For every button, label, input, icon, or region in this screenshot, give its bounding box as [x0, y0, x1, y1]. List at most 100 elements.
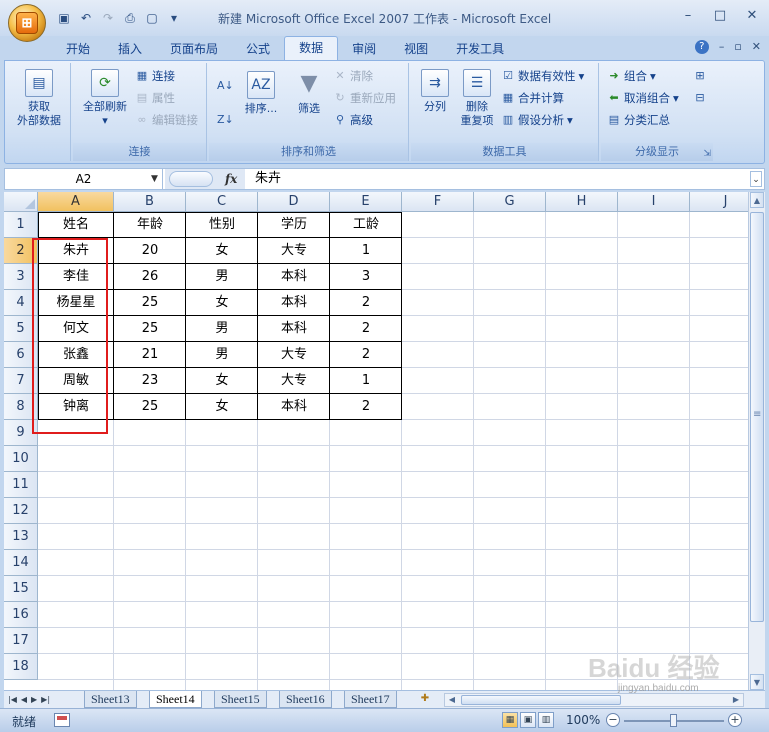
outline-dialog-launcher-icon[interactable]: ⇲ — [703, 149, 711, 159]
name-box-dropdown-icon[interactable]: ▼ — [151, 169, 158, 189]
undo-icon[interactable]: ↶ — [78, 10, 94, 26]
minimize-icon[interactable]: – — [679, 8, 697, 23]
header-cell[interactable]: 学历 — [258, 212, 330, 238]
help-icon[interactable]: ? — [694, 40, 709, 54]
table-cell[interactable]: 26 — [114, 264, 186, 290]
maximize-icon[interactable]: □ — [711, 8, 729, 23]
column-header-g[interactable]: G — [474, 192, 546, 212]
table-cell[interactable]: 本科 — [258, 264, 330, 290]
show-detail-button[interactable]: ⊞ — [693, 67, 707, 85]
select-all-button[interactable] — [4, 192, 38, 212]
consolidate-button[interactable]: ▦ 合并计算 — [501, 89, 564, 107]
tab-view[interactable]: 视图 — [390, 38, 442, 60]
refresh-all-button[interactable]: ⟳ 全部刷新 ▾ — [75, 69, 135, 128]
filter-button[interactable]: ▼ 筛选 — [289, 71, 329, 116]
data-validation-button[interactable]: ☑ 数据有效性 ▾ — [501, 67, 584, 85]
group-button[interactable]: ➜ 组合 ▾ — [607, 67, 655, 85]
column-header-h[interactable]: H — [546, 192, 618, 212]
table-cell[interactable]: 大专 — [258, 342, 330, 368]
header-cell[interactable]: 年龄 — [114, 212, 186, 238]
properties-button[interactable]: ▤ 属性 — [135, 89, 175, 107]
table-cell[interactable]: 21 — [114, 342, 186, 368]
table-cell[interactable]: 男 — [186, 316, 258, 342]
doc-close-icon[interactable]: ✕ — [752, 40, 761, 54]
row-header-17[interactable]: 17 — [4, 628, 38, 654]
doc-minimize-icon[interactable]: – — [719, 40, 725, 54]
close-icon[interactable]: ✕ — [743, 8, 761, 23]
table-cell[interactable]: 2 — [330, 394, 402, 420]
zoom-level[interactable]: 100% — [566, 713, 600, 727]
insert-function-icon[interactable]: fx — [225, 169, 237, 189]
row-header-12[interactable]: 12 — [4, 498, 38, 524]
header-cell[interactable]: 工龄 — [330, 212, 402, 238]
tab-data[interactable]: 数据 — [284, 36, 339, 60]
prev-sheet-icon[interactable]: ◀ — [21, 692, 27, 708]
row-header-16[interactable]: 16 — [4, 602, 38, 628]
normal-view-icon[interactable]: ▦ — [502, 712, 518, 728]
worksheet-grid[interactable]: ABCDEFGHIJ 1 2 3 4 5 6 7 8 9 10 11 12 13 14 15 16 17 18 姓… — [4, 192, 750, 690]
table-cell[interactable]: 2 — [330, 316, 402, 342]
table-cell[interactable]: 男 — [186, 342, 258, 368]
remove-duplicates-button[interactable]: ☰ 删除 重复项 — [457, 69, 497, 128]
column-header-a[interactable]: A — [38, 192, 114, 212]
column-header-c[interactable]: C — [186, 192, 258, 212]
sort-asc-button[interactable]: A↓ — [217, 77, 234, 95]
table-cell[interactable]: 女 — [186, 368, 258, 394]
new-document-icon[interactable]: ▢ — [144, 10, 160, 26]
what-if-button[interactable]: ▥ 假设分析 ▾ — [501, 111, 573, 129]
table-cell[interactable]: 2 — [330, 342, 402, 368]
last-sheet-icon[interactable]: ▶| — [41, 692, 50, 708]
vertical-scrollbar[interactable]: ▲ ▼ — [748, 192, 765, 690]
advanced-filter-button[interactable]: ⚲ 高级 — [333, 111, 373, 129]
column-header-f[interactable]: F — [402, 192, 474, 212]
zoom-in-icon[interactable]: + — [728, 713, 742, 727]
row-header-13[interactable]: 13 — [4, 524, 38, 550]
expand-formula-bar-icon[interactable]: ⌄ — [750, 171, 762, 187]
vertical-scroll-thumb[interactable] — [750, 212, 764, 622]
table-cell[interactable]: 1 — [330, 238, 402, 264]
horizontal-scroll-thumb[interactable] — [461, 695, 621, 705]
sheet-tab-sheet15[interactable]: Sheet15 — [214, 691, 267, 708]
column-header-d[interactable]: D — [258, 192, 330, 212]
scroll-left-icon[interactable]: ◀ — [445, 694, 459, 706]
table-cell[interactable]: 本科 — [258, 316, 330, 342]
formula-handle[interactable] — [169, 171, 213, 187]
horizontal-scrollbar[interactable]: ◀ ▶ — [444, 693, 744, 707]
sort-button[interactable]: AZ 排序... — [239, 71, 283, 116]
scroll-up-icon[interactable]: ▲ — [750, 192, 764, 208]
table-cell[interactable]: 23 — [114, 368, 186, 394]
column-header-j[interactable]: J — [690, 192, 750, 212]
page-layout-view-icon[interactable]: ▣ — [520, 712, 536, 728]
sheet-tab-sheet16[interactable]: Sheet16 — [279, 691, 332, 708]
table-cell[interactable]: 25 — [114, 316, 186, 342]
header-cell[interactable]: 性别 — [186, 212, 258, 238]
table-cell[interactable]: 2 — [330, 290, 402, 316]
tab-insert[interactable]: 插入 — [104, 38, 156, 60]
tab-home[interactable]: 开始 — [52, 38, 104, 60]
sheet-tab-sheet13[interactable]: Sheet13 — [84, 691, 137, 708]
office-button[interactable]: ⊞ — [8, 4, 46, 42]
scroll-right-icon[interactable]: ▶ — [729, 694, 743, 706]
row-header-14[interactable]: 14 — [4, 550, 38, 576]
redo-icon[interactable]: ↷ — [100, 10, 116, 26]
table-cell[interactable]: 1 — [330, 368, 402, 394]
row-header-1[interactable]: 1 — [4, 212, 38, 238]
connections-button[interactable]: ▦ 连接 — [135, 67, 175, 85]
edit-links-button[interactable]: ∞ 编辑链接 — [135, 111, 198, 129]
subtotal-button[interactable]: ▤ 分类汇总 — [607, 111, 670, 129]
save-icon[interactable]: ▣ — [56, 10, 72, 26]
tab-developer[interactable]: 开发工具 — [442, 38, 518, 60]
column-header-b[interactable]: B — [114, 192, 186, 212]
zoom-slider-thumb[interactable] — [670, 714, 677, 727]
table-cell[interactable]: 男 — [186, 264, 258, 290]
scroll-down-icon[interactable]: ▼ — [750, 674, 764, 690]
row-header-18[interactable]: 18 — [4, 654, 38, 680]
row-header-10[interactable]: 10 — [4, 446, 38, 472]
tab-page-layout[interactable]: 页面布局 — [156, 38, 232, 60]
sort-desc-button[interactable]: Z↓ — [217, 111, 234, 129]
table-cell[interactable]: 3 — [330, 264, 402, 290]
get-external-data-button[interactable]: ▤ 获取 外部数据 — [11, 69, 67, 128]
hide-detail-button[interactable]: ⊟ — [693, 89, 707, 107]
column-header-e[interactable]: E — [330, 192, 402, 212]
sheet-tab-sheet17[interactable]: Sheet17 — [344, 691, 397, 708]
